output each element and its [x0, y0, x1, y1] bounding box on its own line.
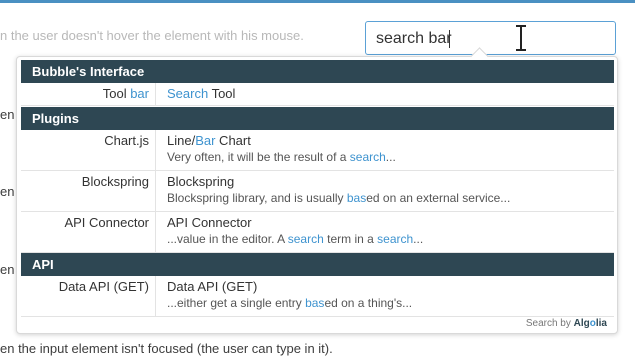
background-text-line-5: en the input element isn't focused (the … [0, 341, 333, 356]
search-by-algolia-footer[interactable]: Search by Algolia [526, 318, 607, 329]
result-category: Data API (GET) [21, 276, 156, 316]
section-header-api: API [21, 253, 614, 276]
result-category: Chart.js [21, 130, 156, 170]
result-category: API Connector [21, 212, 156, 252]
top-accent-line [0, 0, 635, 3]
section-header-bubbles-interface: Bubble's Interface [21, 60, 614, 83]
search-input[interactable] [376, 28, 516, 50]
result-row-chartjs[interactable]: Chart.js Line/Bar Chart Very often, it w… [21, 130, 614, 171]
text-caret [449, 30, 450, 48]
search-results-dropdown: Bubble's Interface Tool bar Search Tool … [16, 56, 618, 334]
result-content: Data API (GET) ...either get a single en… [167, 279, 413, 310]
result-content: Search Tool [167, 86, 236, 101]
result-row-tool-bar[interactable]: Tool bar Search Tool [21, 83, 614, 106]
result-row-api-connector[interactable]: API Connector API Connector ...value in … [21, 212, 614, 253]
search-box[interactable] [365, 21, 616, 55]
background-text-line-1: n the user doesn't hover the element wit… [0, 28, 304, 43]
section-header-plugins: Plugins [21, 107, 614, 130]
result-content: API Connector ...value in the editor. A … [167, 215, 424, 246]
result-category: Tool bar [21, 83, 156, 105]
result-row-data-api[interactable]: Data API (GET) Data API (GET) ...either … [21, 276, 614, 317]
result-content: Blockspring Blockspring library, and is … [167, 174, 511, 205]
text-cursor-icon [516, 25, 526, 51]
result-row-blockspring[interactable]: Blockspring Blockspring Blockspring libr… [21, 171, 614, 212]
result-category: Blockspring [21, 171, 156, 211]
result-content: Line/Bar Chart Very often, it will be th… [167, 133, 396, 164]
